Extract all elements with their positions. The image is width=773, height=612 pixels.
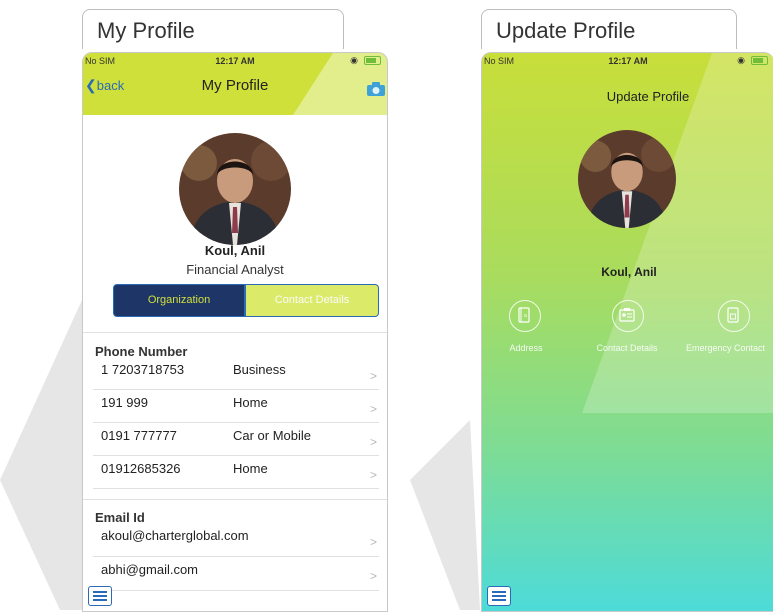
camera-icon[interactable] — [367, 82, 385, 96]
option-label: Address — [509, 343, 543, 353]
profile-role: Financial Analyst — [186, 262, 284, 277]
phone-type: Business — [233, 362, 286, 377]
phone-type: Home — [233, 395, 268, 410]
contact-details-segment[interactable]: Contact Details — [245, 284, 379, 317]
phone-row[interactable]: 1 7203718753 Business > — [83, 357, 387, 390]
panel-title-text: My Profile — [97, 18, 195, 43]
page-title: Update Profile — [606, 89, 690, 104]
panel-title-text: Update Profile — [496, 18, 636, 43]
address-book-icon: a — [509, 300, 541, 332]
right-panel-title: Update Profile — [481, 9, 737, 49]
phone-number: 01912685326 — [101, 461, 181, 476]
page-title: My Profile — [201, 77, 269, 94]
left-panel-title: My Profile — [82, 9, 344, 49]
profile-name: Koul, Anil — [204, 243, 266, 258]
chevron-right-icon: > — [369, 468, 377, 482]
menu-button[interactable] — [88, 586, 112, 606]
time-text: 12:17 AM — [215, 56, 255, 66]
email-address: akoul@charterglobal.com — [101, 528, 249, 543]
menu-button[interactable] — [487, 586, 511, 606]
option-label: Emergency Contact — [686, 343, 766, 353]
phone-row[interactable]: 191 999 Home > — [83, 390, 387, 423]
svg-text:a: a — [524, 313, 527, 319]
id-card-icon — [612, 300, 644, 332]
chevron-right-icon: > — [369, 435, 377, 449]
right-phone-shadow — [410, 420, 480, 610]
organization-segment[interactable]: Organization — [113, 284, 245, 317]
profile-name: Koul, Anil — [601, 265, 657, 279]
email-row[interactable]: abhi@gmail.com > — [83, 557, 387, 591]
chevron-right-icon: > — [369, 535, 377, 549]
phone-type: Home — [233, 461, 268, 476]
contact-card-icon — [718, 300, 750, 332]
email-address: abhi@gmail.com — [101, 562, 199, 577]
avatar[interactable] — [578, 130, 676, 228]
avatar — [179, 133, 291, 245]
battery-icon: ◉ — [350, 55, 381, 66]
phone-type: Car or Mobile — [233, 428, 312, 443]
phone-row[interactable]: 01912685326 Home > — [83, 456, 387, 489]
status-bar: No SIM 12:17 AM ◉ — [83, 53, 387, 67]
phone-number: 0191 777777 — [101, 428, 177, 443]
email-section: Email Id akoul@charterglobal.com > abhi@… — [83, 499, 387, 611]
my-profile-screen: No SIM 12:17 AM ◉ ❮back My Profile Koul,… — [82, 52, 388, 612]
update-profile-screen: No SIM 12:17 AM ◉ Update Profile Koul, A… — [481, 52, 773, 612]
section-divider — [83, 499, 387, 500]
option-label: Contact Details — [596, 343, 658, 353]
email-row[interactable]: akoul@charterglobal.com > — [83, 523, 387, 557]
chevron-right-icon: > — [369, 569, 377, 583]
battery-icon: ◉ — [737, 55, 768, 66]
time-text: 12:17 AM — [608, 56, 648, 66]
phone-number: 191 999 — [101, 395, 148, 410]
chevron-right-icon: > — [369, 402, 377, 416]
phone-number: 1 7203718753 — [101, 362, 185, 377]
section-divider — [83, 332, 387, 333]
chevron-right-icon: > — [369, 369, 377, 383]
phone-row[interactable]: 0191 777777 Car or Mobile > — [83, 423, 387, 456]
status-bar: No SIM 12:17 AM ◉ — [482, 53, 773, 67]
phone-section: Phone Number 1 7203718753 Business > 191… — [83, 332, 387, 498]
